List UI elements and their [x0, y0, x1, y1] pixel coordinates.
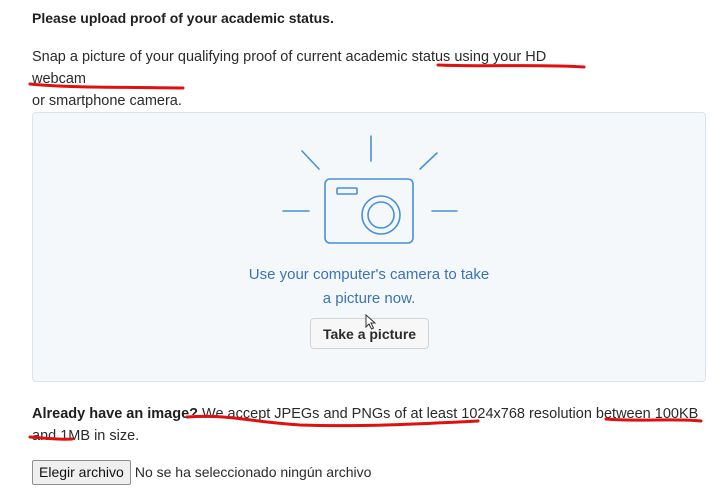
camera-prompt: Use your computer's camera to take a pic… [33, 263, 705, 311]
intro-text: Snap a picture of your qualifying proof … [32, 46, 592, 112]
existing-image-info: Already have an image? We accept JPEGs a… [32, 403, 712, 447]
intro-part-1: Snap a picture of your qualifying proof … [32, 49, 455, 65]
file-status-text: No se ha seleccionado ningún archivo [134, 464, 372, 480]
camera-prompt-line-2: a picture now. [322, 290, 416, 307]
camera-icon [282, 135, 458, 244]
file-input-row: Elegir archivo No se ha seleccionado nin… [32, 459, 371, 485]
intro-part-3: or smartphone camera. [32, 93, 182, 109]
existing-image-lead: Already have an image? [32, 406, 199, 422]
camera-prompt-line-1: Use your computer's camera to take [248, 266, 490, 283]
choose-file-button[interactable]: Elegir archivo [32, 459, 131, 485]
mouse-cursor-icon [365, 314, 377, 330]
page-heading: Please upload proof of your academic sta… [32, 10, 334, 26]
camera-capture-panel: Use your computer's camera to take a pic… [32, 112, 706, 382]
